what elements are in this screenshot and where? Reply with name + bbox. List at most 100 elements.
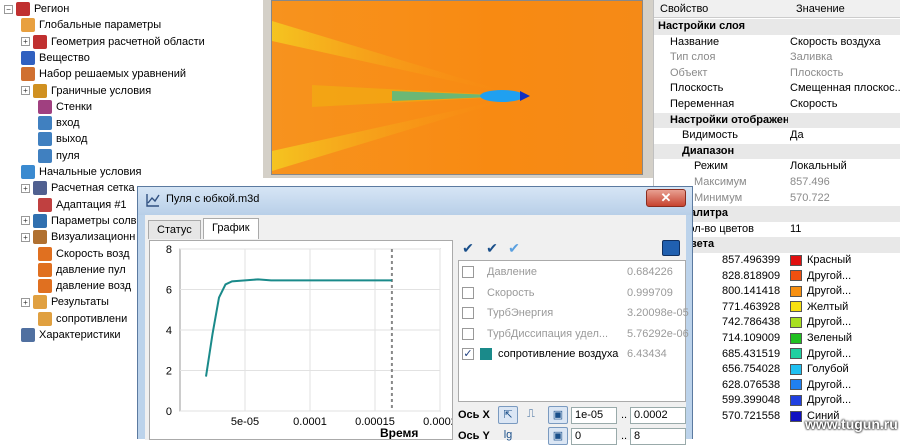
tree-item[interactable]: + Геометрия расчетной области: [21, 34, 205, 50]
tab-graph[interactable]: График: [203, 218, 259, 239]
tree-item-label: Расчетная сетка: [51, 182, 135, 195]
tree-root[interactable]: − Регион: [4, 1, 69, 17]
viewport[interactable]: [263, 0, 653, 178]
tree-item[interactable]: давление возд: [38, 278, 131, 294]
tab-status[interactable]: Статус: [148, 220, 201, 239]
y-max-input[interactable]: 8: [630, 428, 686, 445]
axis-y-fit-icon[interactable]: ▣: [548, 427, 568, 445]
series-item[interactable]: Скорость 0.999709: [460, 283, 686, 303]
check-all-icon[interactable]: ✔: [458, 240, 478, 258]
palette-color: Зеленый: [790, 331, 900, 347]
property-row[interactable]: Режим Локальный: [654, 159, 900, 175]
graph-window[interactable]: Пуля с юбкой.m3d ✕ Статус График 0 2 4 6 8 5e…: [137, 186, 693, 445]
expand-icon[interactable]: −: [4, 4, 13, 14]
tree-item[interactable]: сопротивлени: [38, 311, 127, 327]
property-key: Цвета: [682, 238, 715, 251]
series-list: Давление 0.684226 Скорость 0.999709 ТурбЭнер…: [458, 260, 689, 402]
series-panel: ✔ ✔ ✔ Давление 0.684226 Скорость 0.999709 Ту…: [458, 240, 689, 445]
velocity-field-plot[interactable]: [271, 0, 643, 175]
series-name: Давление: [487, 266, 538, 278]
tree-item-label: давление возд: [56, 280, 131, 293]
tree-item[interactable]: + Параметры солв: [21, 213, 136, 229]
check-visible-icon[interactable]: ✔: [482, 240, 502, 258]
series-item[interactable]: ТурбЭнергия 3.20098e-05: [460, 303, 689, 323]
axis-x-auto-icon[interactable]: ⇱: [498, 406, 518, 424]
property-value: 570.722: [790, 191, 830, 204]
series-value: 5.76292e-06: [627, 327, 689, 340]
tree-item[interactable]: выход: [38, 131, 87, 147]
y-min-input[interactable]: 0: [571, 428, 617, 445]
close-button[interactable]: ✕: [646, 189, 686, 207]
tree-node-icon: [38, 99, 52, 114]
tree-item[interactable]: Характеристики: [21, 327, 121, 343]
axis-x-fit-icon[interactable]: ▣: [548, 406, 568, 424]
tree-item[interactable]: + Визуализационн: [21, 229, 135, 245]
color-swatch: [790, 410, 802, 422]
tree-node-icon: [38, 197, 52, 212]
property-section[interactable]: Настройки слоя: [654, 19, 900, 35]
tree-item[interactable]: + Расчетная сетка: [21, 180, 135, 196]
property-value: Плоскость: [790, 66, 844, 79]
convergence-chart[interactable]: 024685e-050.00010.000150.0002Время: [149, 240, 457, 440]
tree-item[interactable]: Набор решаемых уравнений: [21, 66, 186, 82]
tree-item[interactable]: + Граничные условия: [21, 83, 151, 99]
color-name: Красный: [807, 254, 852, 266]
property-value: Локальный: [790, 160, 847, 173]
tree-item[interactable]: пуля: [38, 148, 80, 164]
window-titlebar[interactable]: Пуля с юбкой.m3d ✕: [138, 187, 692, 215]
tree-item[interactable]: Стенки: [38, 99, 92, 115]
tree-node-icon: [21, 328, 35, 342]
expand-icon[interactable]: +: [21, 183, 30, 193]
property-key: Настройки слоя: [658, 20, 746, 32]
tree-item-label: Геометрия расчетной области: [51, 35, 205, 48]
tree-item[interactable]: Начальные условия: [21, 164, 141, 180]
save-icon[interactable]: [662, 240, 680, 256]
tree-item[interactable]: Вещество: [21, 50, 90, 66]
color-name: Голубой: [807, 363, 849, 376]
expand-icon[interactable]: +: [21, 297, 30, 307]
tree-item[interactable]: Глобальные параметры: [21, 17, 161, 33]
palette-value: 742.786438: [722, 316, 781, 329]
property-section[interactable]: Настройки отображения: [654, 112, 900, 129]
series-checkbox[interactable]: ✓: [462, 348, 474, 360]
tree-node-icon: [21, 165, 35, 179]
expand-icon[interactable]: +: [21, 86, 30, 95]
tree-item[interactable]: + Результаты: [21, 294, 109, 310]
x-min-input[interactable]: 1e-05: [571, 407, 617, 424]
property-row[interactable]: Видимость Да: [654, 128, 900, 144]
axis-x-log-icon[interactable]: ⎍: [521, 406, 541, 424]
series-item[interactable]: ТурбДиссипация удел... 5.76292e-06: [460, 324, 689, 344]
property-row[interactable]: Переменная Скорость: [654, 97, 900, 113]
expand-icon[interactable]: +: [21, 232, 30, 242]
property-value: 857.496: [790, 176, 830, 188]
expand-icon[interactable]: +: [21, 37, 30, 47]
x-max-input[interactable]: 0.0002: [630, 407, 686, 424]
tree-node-icon: [33, 181, 47, 196]
chart-svg: 024685e-050.00010.000150.0002Время: [166, 244, 457, 440]
series-checkbox[interactable]: [462, 266, 474, 278]
tree-item-label: Граничные условия: [51, 84, 152, 97]
property-row[interactable]: Тип слоя Заливка: [654, 50, 900, 66]
color-name: Зеленый: [807, 332, 853, 344]
property-row[interactable]: Плоскость Смещенная плоскос...: [654, 81, 900, 97]
axis-y-log-icon[interactable]: lg: [498, 427, 518, 445]
series-checkbox[interactable]: [462, 327, 474, 340]
tree-node-icon: [33, 213, 47, 228]
property-row[interactable]: Объект Плоскость: [654, 66, 900, 82]
series-checkbox[interactable]: [462, 286, 474, 299]
y-tick-label: 2: [166, 366, 172, 378]
color-swatch: [790, 270, 802, 282]
series-item[interactable]: Давление 0.684226: [460, 262, 686, 282]
property-row[interactable]: Название Скорость воздуха: [654, 35, 900, 51]
tree-item[interactable]: вход: [38, 115, 80, 131]
tree-item[interactable]: Скорость возд: [38, 246, 130, 262]
series-checkbox[interactable]: [462, 307, 474, 319]
property-section[interactable]: Диапазон: [654, 143, 900, 160]
tree-item-label: сопротивлени: [56, 312, 128, 325]
expand-icon[interactable]: +: [21, 216, 30, 226]
palette-color: Другой...: [790, 378, 900, 394]
series-item[interactable]: ✓ сопротивление воздуха 6.43434: [460, 344, 686, 364]
uncheck-all-icon[interactable]: ✔: [504, 240, 524, 258]
tree-item[interactable]: Адаптация #1: [38, 197, 127, 213]
tree-item[interactable]: давление пул: [38, 262, 126, 278]
